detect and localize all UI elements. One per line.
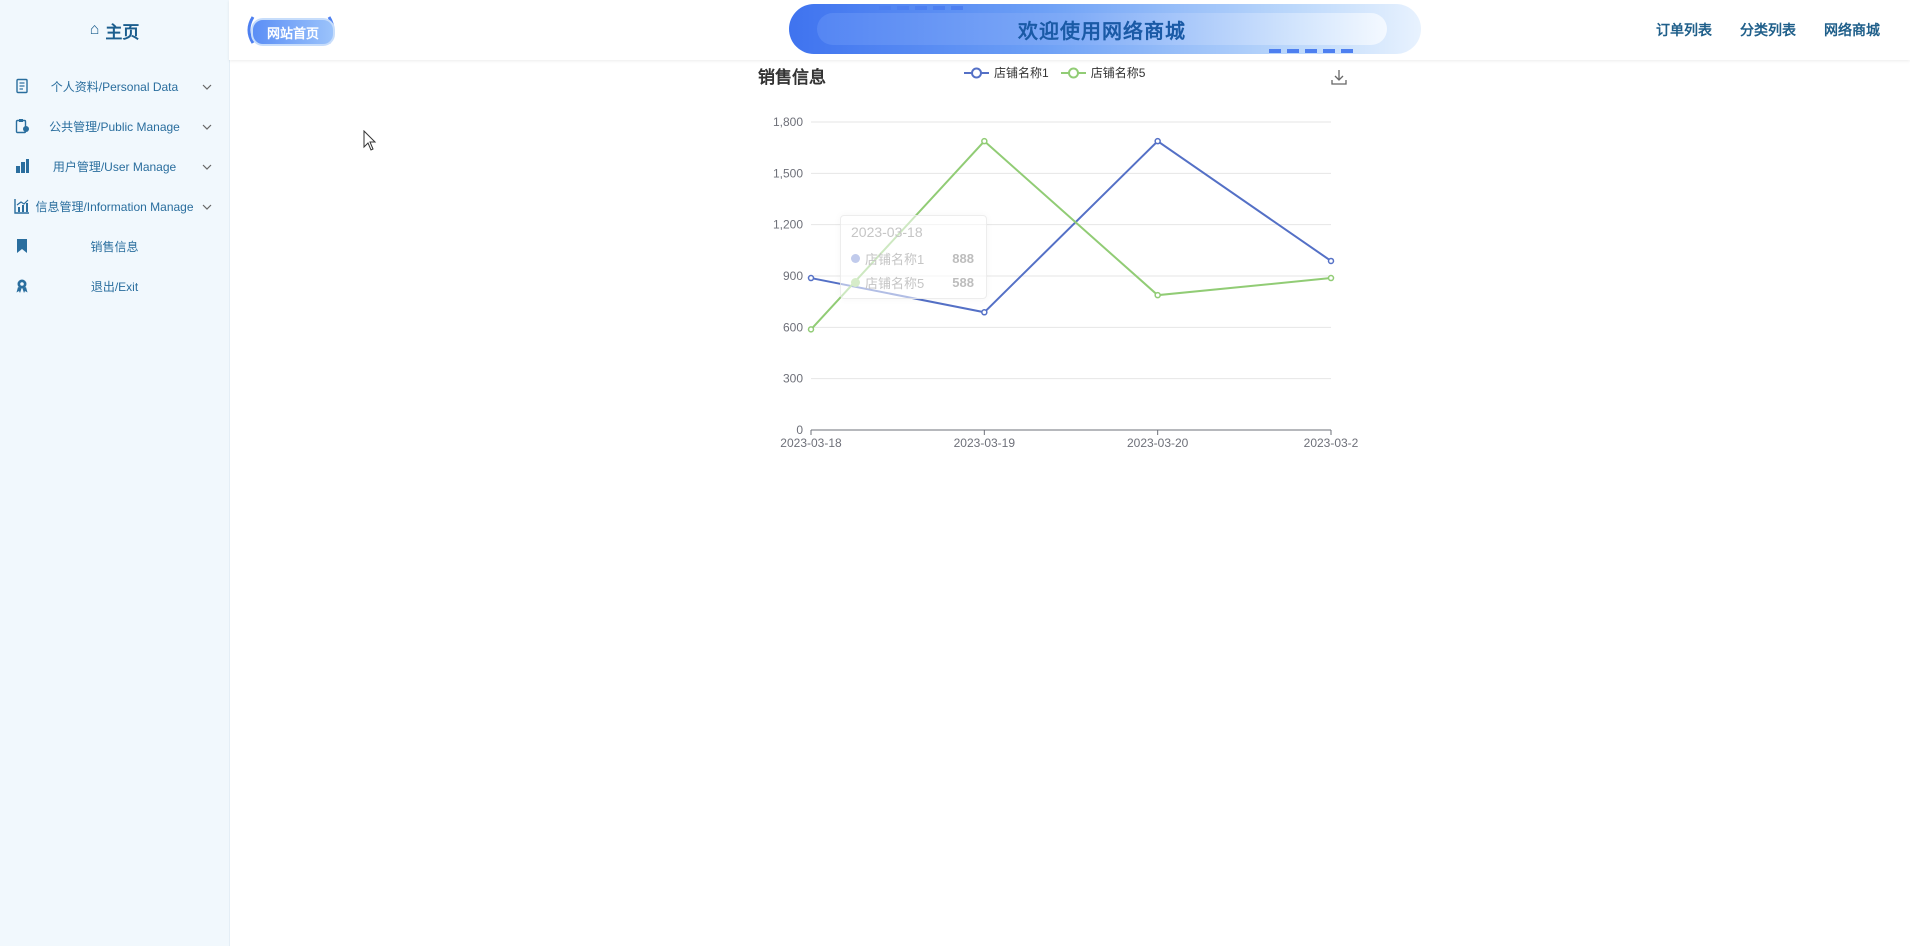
- tooltip-series-name: 店铺名称5: [865, 275, 925, 291]
- data-point: [981, 309, 988, 316]
- y-tick-label: 900: [783, 269, 803, 283]
- y-tick-label: 1,800: [773, 115, 803, 129]
- x-tick-label: 2023-03-19: [954, 436, 1016, 450]
- tooltip-value: 888: [952, 250, 974, 266]
- data-point: [1327, 274, 1335, 282]
- y-tick-label: 0: [796, 423, 803, 437]
- x-tick-label: 2023-03-2: [1304, 436, 1359, 450]
- tooltip-dot: [851, 253, 860, 263]
- y-tick-label: 1,500: [773, 166, 803, 180]
- tooltip-value: 588: [952, 274, 974, 290]
- tooltip-dot: [851, 277, 860, 287]
- data-point: [1327, 257, 1335, 265]
- x-tick-label: 2023-03-20: [1127, 436, 1189, 450]
- data-point: [1154, 137, 1161, 145]
- y-tick-label: 600: [783, 320, 803, 334]
- tooltip-row: 店铺名称5 588: [851, 272, 974, 292]
- chart-tooltip: 2023-03-18 店铺名称1 888 店铺名称5 588: [840, 215, 987, 299]
- tooltip-title: 2023-03-18: [851, 224, 923, 240]
- x-tick-label: 2023-03-18: [780, 436, 842, 450]
- tooltip-series-name: 店铺名称1: [865, 251, 925, 267]
- sales-line-chart: 03006009001,2001,5001,8002023-03-18 2023-…: [773, 115, 1359, 450]
- data-point: [981, 137, 988, 145]
- data-point: [1154, 291, 1161, 299]
- mouse-cursor-icon: [363, 130, 377, 151]
- tooltip-row: 店铺名称1 888: [851, 248, 974, 268]
- data-point: [807, 326, 815, 333]
- data-point: [807, 274, 815, 282]
- y-tick-label: 1,200: [773, 218, 803, 232]
- y-tick-label: 300: [783, 372, 803, 386]
